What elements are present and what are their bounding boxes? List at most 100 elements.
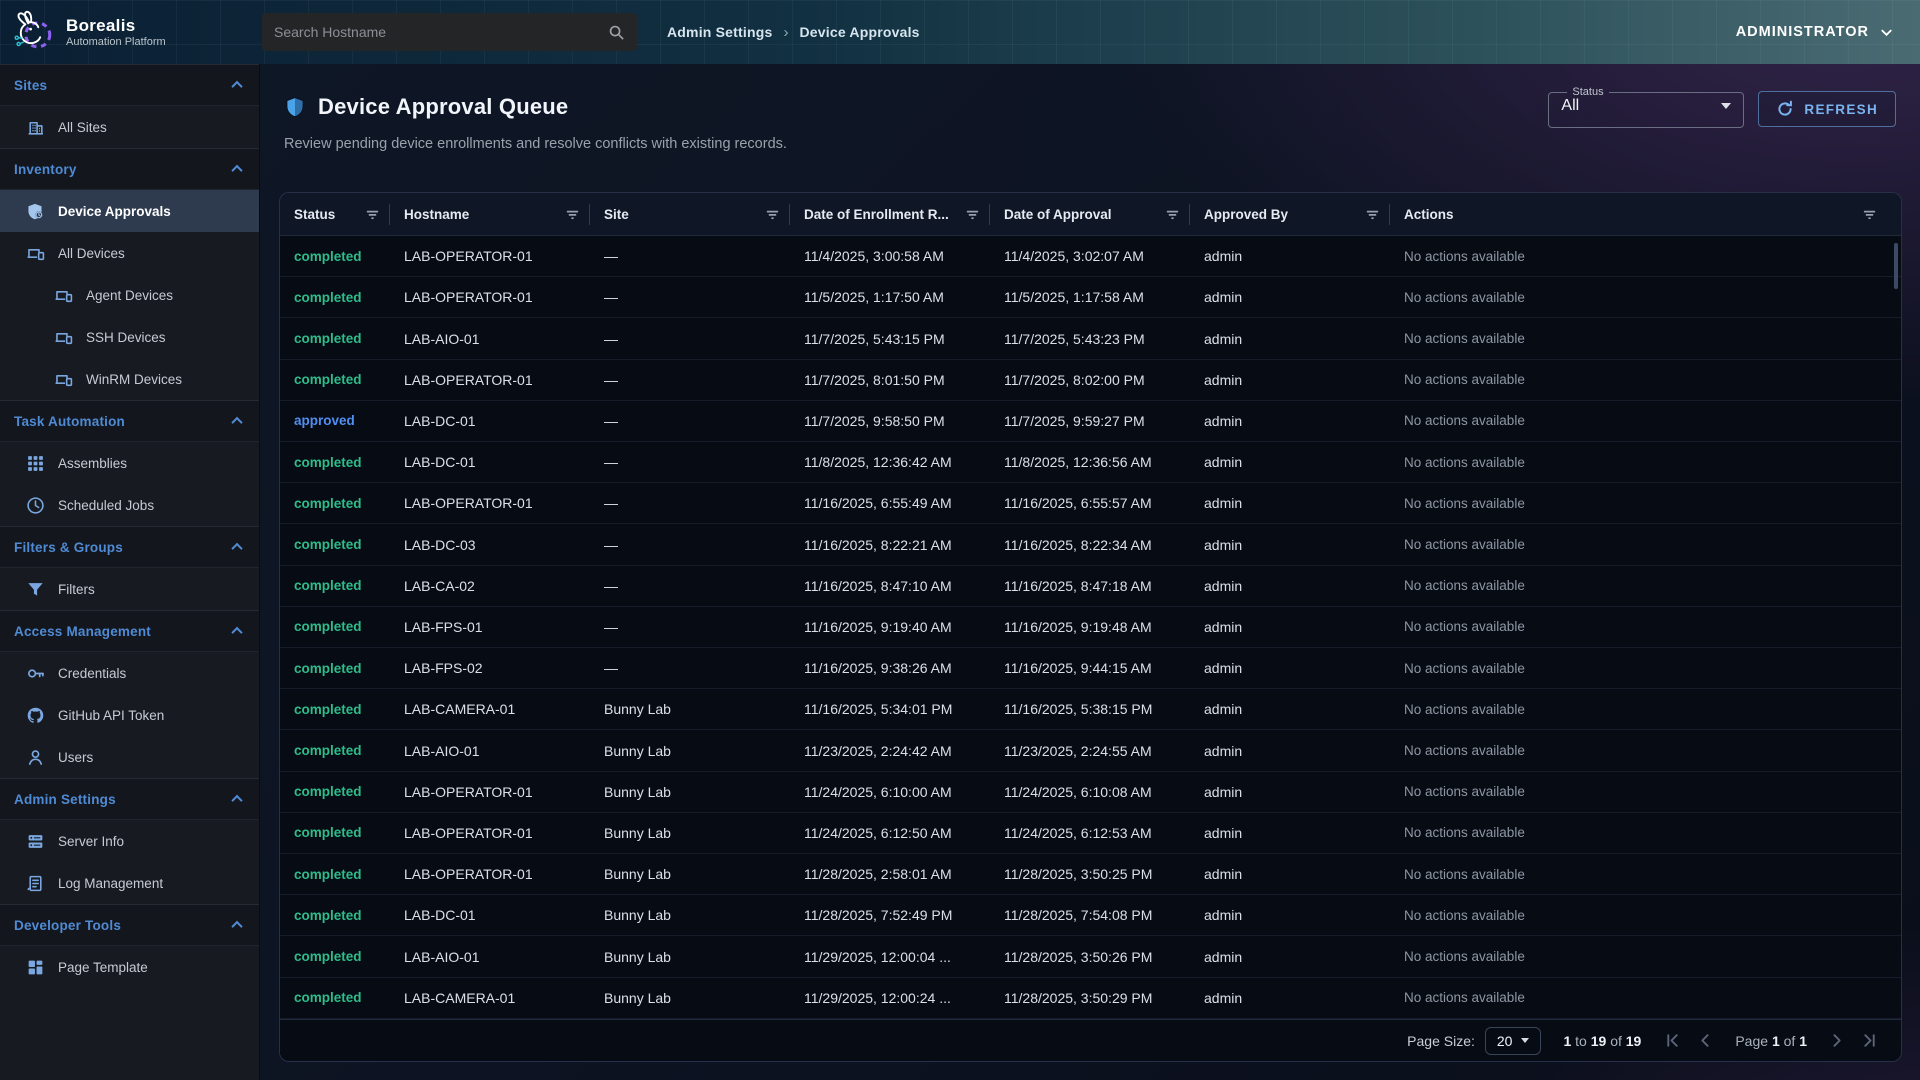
table-row: approved LAB-DC-01 — 11/7/2025, 9:58:50 … xyxy=(280,401,1901,442)
approved-by-cell: admin xyxy=(1190,537,1390,553)
last-page-icon[interactable] xyxy=(1860,1031,1879,1050)
hostname-search[interactable] xyxy=(262,13,637,51)
sidebar-item-assemblies[interactable]: Assemblies xyxy=(0,442,259,484)
sidebar-section-sites[interactable]: Sites xyxy=(0,64,259,106)
brand-subtitle: Automation Platform xyxy=(66,36,166,48)
status-badge: completed xyxy=(280,331,390,346)
sidebar-item-device-approvals[interactable]: Device Approvals xyxy=(0,190,259,232)
breadcrumb-device-approvals[interactable]: Device Approvals xyxy=(799,24,919,40)
sidebar-item-label: All Devices xyxy=(58,246,125,261)
filter-icon[interactable] xyxy=(1365,207,1380,222)
sidebar-item-all-sites[interactable]: All Sites xyxy=(0,106,259,148)
status-badge: completed xyxy=(280,661,390,676)
actions-cell: No actions available xyxy=(1390,249,1901,264)
sidebar-section-access-management[interactable]: Access Management xyxy=(0,610,259,652)
site-cell: — xyxy=(590,454,790,470)
sidebar-item-label: Log Management xyxy=(58,876,163,891)
approval-date-cell: 11/5/2025, 1:17:58 AM xyxy=(990,289,1190,305)
approval-date-cell: 11/8/2025, 12:36:56 AM xyxy=(990,454,1190,470)
approval-date-cell: 11/24/2025, 6:10:08 AM xyxy=(990,784,1190,800)
hostname-cell: LAB-OPERATOR-01 xyxy=(390,248,590,264)
sidebar-item-page-template[interactable]: Page Template xyxy=(0,946,259,988)
status-badge: completed xyxy=(280,578,390,593)
filter-icon[interactable] xyxy=(565,207,580,222)
devices-icon xyxy=(54,286,73,305)
column-header-site[interactable]: Site xyxy=(590,193,790,235)
previous-page-icon[interactable] xyxy=(1696,1031,1715,1050)
sidebar-item-agent-devices[interactable]: Agent Devices xyxy=(0,274,259,316)
sidebar-item-label: Scheduled Jobs xyxy=(58,498,154,513)
enrollment-date-cell: 11/16/2025, 9:38:26 AM xyxy=(790,660,990,676)
filter-icon[interactable] xyxy=(765,207,780,222)
sidebar-section-task-automation[interactable]: Task Automation xyxy=(0,400,259,442)
first-page-icon[interactable] xyxy=(1663,1031,1682,1050)
hostname-cell: LAB-DC-01 xyxy=(390,454,590,470)
user-menu[interactable]: ADMINISTRATOR xyxy=(1736,0,1894,64)
site-cell: — xyxy=(590,248,790,264)
sidebar: Sites All Sites Inventory Device Approva… xyxy=(0,64,260,1080)
actions-cell: No actions available xyxy=(1390,496,1901,511)
status-badge: completed xyxy=(280,825,390,840)
enrollment-date-cell: 11/16/2025, 6:55:49 AM xyxy=(790,495,990,511)
column-header-status[interactable]: Status xyxy=(280,193,390,235)
hostname-cell: LAB-DC-01 xyxy=(390,413,590,429)
table-row: completed LAB-AIO-01 Bunny Lab 11/23/202… xyxy=(280,730,1901,771)
sidebar-item-label: Assemblies xyxy=(58,456,127,471)
sidebar-item-ssh-devices[interactable]: SSH Devices xyxy=(0,316,259,358)
sidebar-item-all-devices[interactable]: All Devices xyxy=(0,232,259,274)
sidebar-item-winrm-devices[interactable]: WinRM Devices xyxy=(0,358,259,400)
hostname-cell: LAB-AIO-01 xyxy=(390,743,590,759)
brand: Borealis Automation Platform xyxy=(0,9,260,55)
sidebar-item-filters[interactable]: Filters xyxy=(0,568,259,610)
sidebar-section-inventory[interactable]: Inventory xyxy=(0,148,259,190)
actions-cell: No actions available xyxy=(1390,949,1901,964)
column-header-approved-by[interactable]: Approved By xyxy=(1190,193,1390,235)
filter-icon[interactable] xyxy=(965,207,980,222)
sidebar-item-github-api-token[interactable]: GitHub API Token xyxy=(0,694,259,736)
sidebar-item-label: WinRM Devices xyxy=(86,372,182,387)
sidebar-section-developer-tools[interactable]: Developer Tools xyxy=(0,904,259,946)
devices-icon xyxy=(26,244,45,263)
filter-icon[interactable] xyxy=(1862,207,1877,222)
hostname-cell: LAB-OPERATOR-01 xyxy=(390,495,590,511)
sidebar-item-label: Device Approvals xyxy=(58,204,171,219)
breadcrumb-admin-settings[interactable]: Admin Settings xyxy=(667,24,772,40)
search-input[interactable] xyxy=(274,24,608,40)
hostname-cell: LAB-AIO-01 xyxy=(390,949,590,965)
status-filter-select[interactable]: Status All xyxy=(1548,86,1744,128)
sidebar-item-scheduled-jobs[interactable]: Scheduled Jobs xyxy=(0,484,259,526)
sidebar-item-log-management[interactable]: Log Management xyxy=(0,862,259,904)
sidebar-item-credentials[interactable]: Credentials xyxy=(0,652,259,694)
column-label: Date of Approval xyxy=(1004,207,1112,222)
chevron-down-icon xyxy=(1879,25,1894,40)
sidebar-item-server-info[interactable]: Server Info xyxy=(0,820,259,862)
sidebar-item-users[interactable]: Users xyxy=(0,736,259,778)
site-cell: Bunny Lab xyxy=(590,907,790,923)
approval-date-cell: 11/24/2025, 6:12:53 AM xyxy=(990,825,1190,841)
actions-cell: No actions available xyxy=(1390,290,1901,305)
filter-icon[interactable] xyxy=(1165,207,1180,222)
filter-icon[interactable] xyxy=(365,207,380,222)
approval-date-cell: 11/16/2025, 8:47:18 AM xyxy=(990,578,1190,594)
page-size-select[interactable]: 20 xyxy=(1485,1027,1542,1055)
table-header-row: StatusHostnameSiteDate of Enrollment R..… xyxy=(280,193,1901,236)
approval-date-cell: 11/7/2025, 9:59:27 PM xyxy=(990,413,1190,429)
sidebar-section-admin-settings[interactable]: Admin Settings xyxy=(0,778,259,820)
site-cell: Bunny Lab xyxy=(590,949,790,965)
next-page-icon[interactable] xyxy=(1827,1031,1846,1050)
table-body: completed LAB-OPERATOR-01 — 11/4/2025, 3… xyxy=(280,236,1901,1019)
refresh-button[interactable]: REFRESH xyxy=(1758,91,1896,127)
table-scrollbar-thumb[interactable] xyxy=(1894,243,1898,289)
column-header-hostname[interactable]: Hostname xyxy=(390,193,590,235)
enrollment-date-cell: 11/5/2025, 1:17:50 AM xyxy=(790,289,990,305)
approval-date-cell: 11/16/2025, 8:22:34 AM xyxy=(990,537,1190,553)
column-header-date-of-approval[interactable]: Date of Approval xyxy=(990,193,1190,235)
approval-date-cell: 11/16/2025, 9:19:48 AM xyxy=(990,619,1190,635)
page-indicator: Page 1 of 1 xyxy=(1735,1033,1807,1049)
column-header-actions[interactable]: Actions xyxy=(1390,193,1901,235)
approved-by-cell: admin xyxy=(1190,289,1390,305)
search-icon[interactable] xyxy=(608,24,625,41)
column-header-date-of-enrollment-r[interactable]: Date of Enrollment R... xyxy=(790,193,990,235)
refresh-label: REFRESH xyxy=(1804,102,1878,117)
sidebar-section-filters-groups[interactable]: Filters & Groups xyxy=(0,526,259,568)
